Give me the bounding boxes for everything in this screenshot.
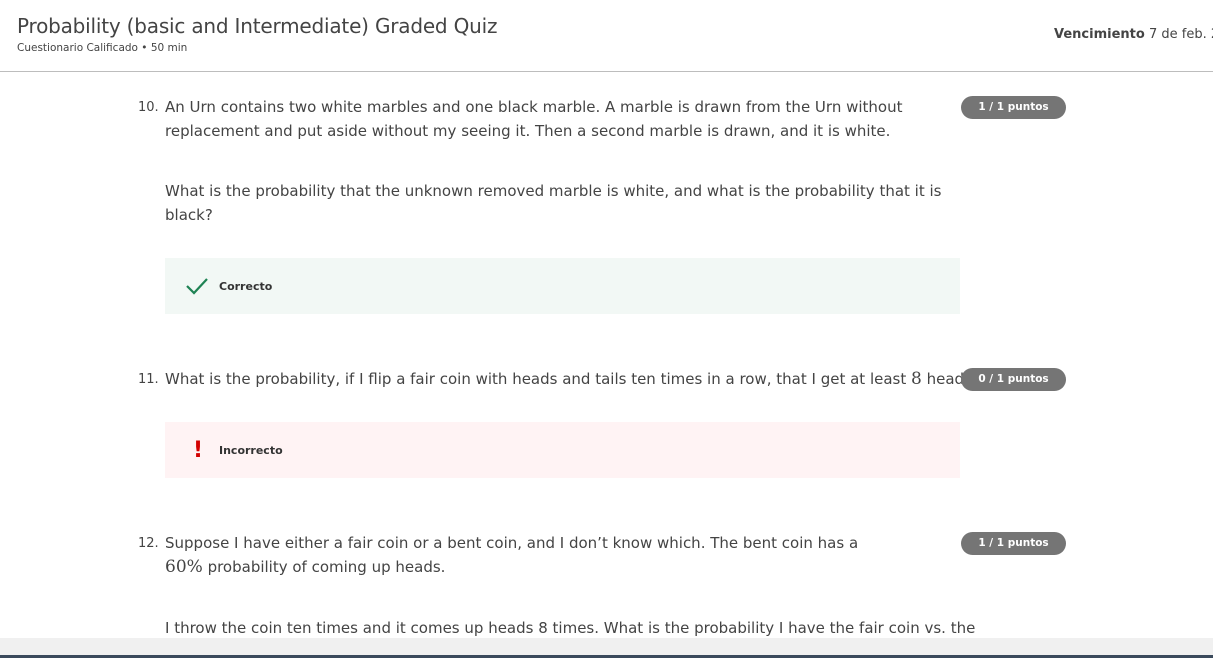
quiz-header: Probability (basic and Intermediate) Gra… (0, 0, 1213, 72)
feedback-label: Incorrecto (219, 443, 283, 457)
math-value: 60% (165, 557, 203, 577)
question-12: 12. Suppose I have either a fair coin or… (138, 531, 898, 615)
question-number: 12. (138, 536, 159, 551)
bottom-bar (0, 638, 1213, 655)
check-icon (165, 276, 217, 296)
score-badge: 1 / 1 puntos (961, 96, 1066, 119)
due-label: Vencimiento (1054, 27, 1145, 42)
question-11: 11. What is the probability, if I flip a… (138, 367, 980, 391)
feedback-label: Correcto (219, 279, 273, 293)
exclamation-icon: ! (192, 437, 203, 463)
question-number: 11. (138, 372, 159, 387)
score-badge: 1 / 1 puntos (961, 532, 1066, 555)
question-10: 10. An Urn contains two white marbles an… (138, 95, 968, 263)
score-badge: 0 / 1 puntos (961, 368, 1066, 391)
quiz-subtitle: Cuestionario Calificado • 50 min (17, 42, 188, 54)
question-text: I throw the coin ten times and it comes … (165, 619, 976, 637)
question-text: What is the probability, if I flip a fai… (165, 370, 911, 388)
question-12-continued: I throw the coin ten times and it comes … (138, 616, 976, 640)
page-title: Probability (basic and Intermediate) Gra… (17, 14, 498, 38)
due-value: 7 de feb. 2 (1148, 27, 1213, 42)
question-text: Suppose I have either a fair coin or a b… (165, 534, 859, 552)
question-number: 10. (138, 100, 159, 115)
feedback-incorrect: ! Incorrecto (165, 422, 960, 478)
question-text: An Urn contains two white marbles and on… (165, 98, 903, 140)
question-text: probability of coming up heads. (202, 558, 446, 576)
math-value: 8 (911, 369, 922, 389)
due-date: Vencimiento 7 de feb. 2 (1054, 27, 1213, 42)
question-text: What is the probability that the unknown… (165, 182, 942, 224)
feedback-correct: Correcto (165, 258, 960, 314)
